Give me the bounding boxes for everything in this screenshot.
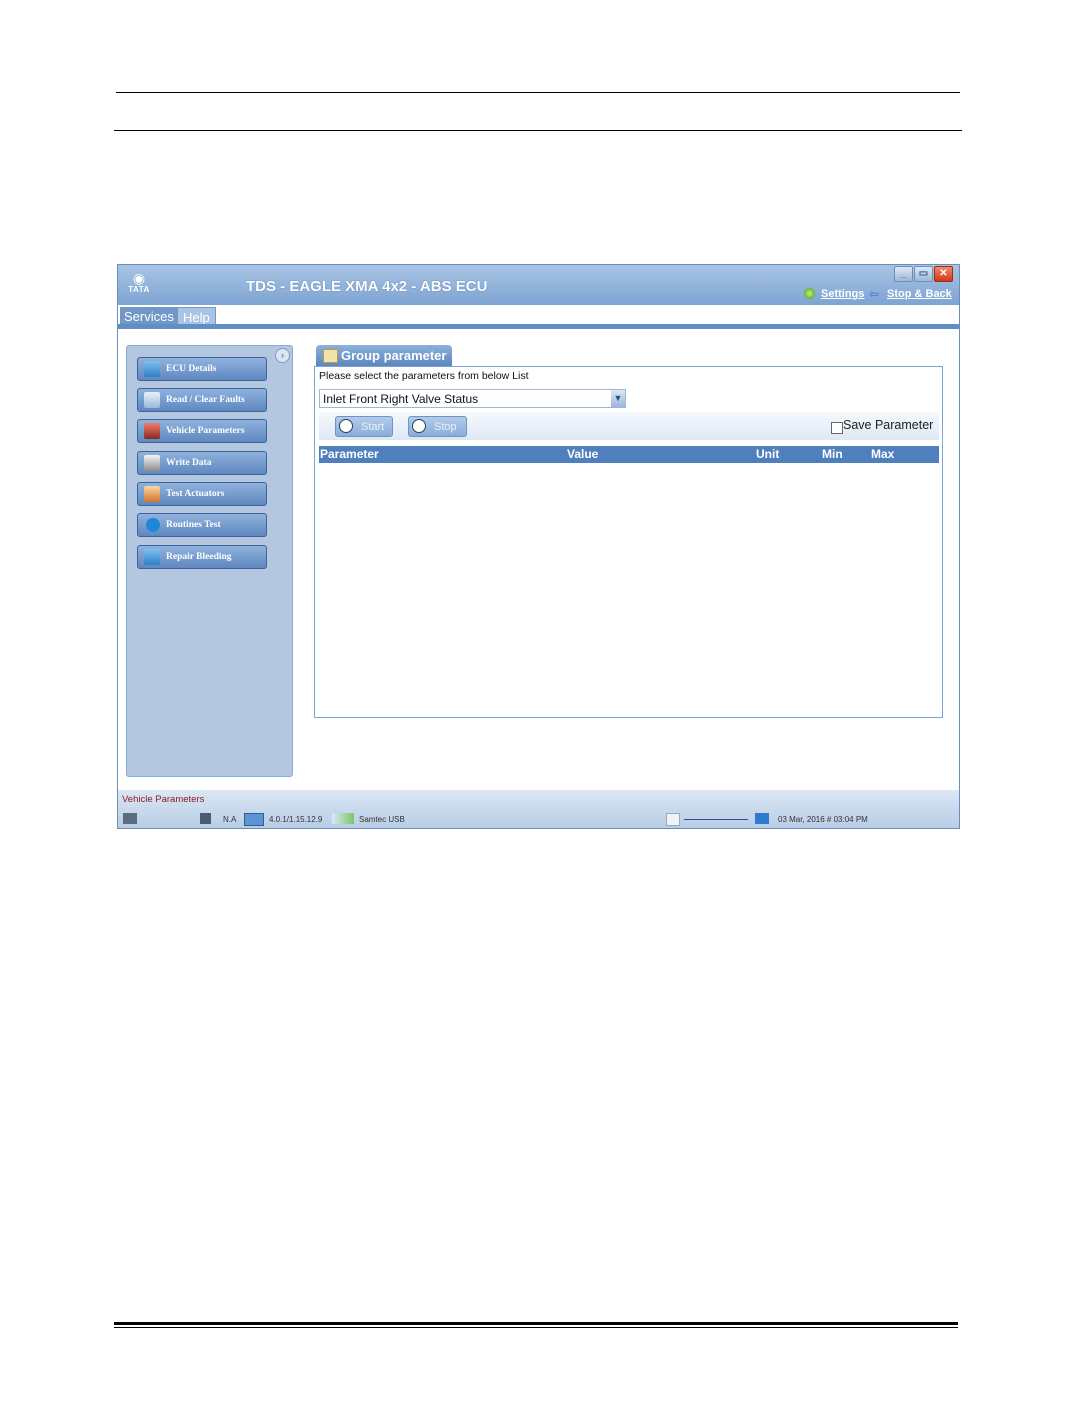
parameter-table-header: Parameter Value Unit Min Max bbox=[319, 446, 939, 463]
sidebar-item-routines-test[interactable]: Routines Test bbox=[137, 513, 267, 537]
connection-icon bbox=[332, 813, 354, 824]
sidebar-item-write-data[interactable]: Write Data bbox=[137, 451, 267, 475]
collapse-icon[interactable]: › bbox=[275, 348, 290, 363]
page-footer-rule-thin bbox=[114, 1327, 958, 1328]
tab-underline bbox=[118, 324, 959, 329]
status-info-row: N.A 4.0.1/1.15.12.9 Samtec USB 03 Mar, 2… bbox=[118, 810, 959, 828]
column-header-min: Min bbox=[822, 447, 843, 461]
tata-logo-icon: ◉ bbox=[132, 270, 146, 286]
save-parameter-checkbox[interactable] bbox=[831, 422, 843, 434]
column-header-max: Max bbox=[871, 447, 895, 461]
sidebar: › ECU Details Read / Clear Faults Vehicl… bbox=[126, 345, 293, 777]
sidebar-item-vehicle-parameters[interactable]: Vehicle Parameters bbox=[137, 419, 267, 443]
sidebar-item-label: Write Data bbox=[166, 458, 212, 468]
save-parameter-label[interactable]: Save Parameter bbox=[843, 418, 933, 432]
tata-logo: ◉ TATA bbox=[124, 271, 154, 299]
start-button[interactable]: Start bbox=[335, 416, 393, 437]
parameter-select-prompt: Please select the parameters from below … bbox=[319, 370, 529, 382]
page-header-rule bbox=[114, 130, 962, 131]
sidebar-item-label: Test Actuators bbox=[166, 489, 225, 499]
play-circle-icon bbox=[339, 419, 353, 433]
home-icon bbox=[123, 813, 137, 824]
chevron-down-icon[interactable]: ▼ bbox=[611, 390, 625, 407]
group-parameter-panel: Please select the parameters from below … bbox=[314, 366, 943, 718]
app-window: ◉ TATA TDS - EAGLE XMA 4x2 - ABS ECU _ ▭… bbox=[117, 264, 960, 829]
vehicle-icon bbox=[200, 813, 211, 824]
stop-circle-icon bbox=[412, 419, 426, 433]
logo-text: TATA bbox=[128, 285, 150, 294]
minimize-button[interactable]: _ bbox=[894, 266, 913, 282]
sidebar-item-read-clear-faults[interactable]: Read / Clear Faults bbox=[137, 388, 267, 412]
sidebar-item-label: Routines Test bbox=[166, 520, 221, 530]
sidebar-item-label: Repair Bleeding bbox=[166, 552, 232, 562]
folder-icon bbox=[755, 813, 769, 824]
tab-group-parameter[interactable]: Group parameter bbox=[316, 345, 452, 366]
status-interface: Samtec USB bbox=[359, 815, 405, 824]
parameter-toolbar: Start Stop Save Parameter bbox=[319, 412, 939, 440]
column-header-value: Value bbox=[567, 447, 599, 461]
sidebar-item-label: Read / Clear Faults bbox=[166, 395, 245, 405]
ecu-icon bbox=[144, 361, 160, 377]
group-parameter-icon bbox=[323, 349, 338, 363]
settings-link[interactable]: Settings bbox=[821, 288, 864, 300]
repair-icon bbox=[144, 549, 160, 565]
page-top-rule bbox=[116, 92, 960, 93]
column-header-unit: Unit bbox=[756, 447, 780, 461]
stop-label: Stop bbox=[434, 421, 457, 433]
write-icon bbox=[144, 455, 160, 471]
stethoscope-icon bbox=[144, 392, 160, 408]
title-bar: ◉ TATA TDS - EAGLE XMA 4x2 - ABS ECU _ ▭… bbox=[118, 265, 959, 305]
maximize-button[interactable]: ▭ bbox=[914, 266, 933, 282]
start-label: Start bbox=[361, 421, 385, 433]
parameter-dropdown[interactable]: Inlet Front Right Valve Status ▼ bbox=[319, 389, 626, 408]
column-header-parameter: Parameter bbox=[320, 447, 379, 461]
status-bar: Vehicle Parameters N.A 4.0.1/1.15.12.9 S… bbox=[118, 790, 959, 828]
connection-line bbox=[684, 819, 748, 820]
window-title: TDS - EAGLE XMA 4x2 - ABS ECU bbox=[246, 278, 488, 295]
sidebar-item-ecu-details[interactable]: ECU Details bbox=[137, 357, 267, 381]
sidebar-item-repair-bleeding[interactable]: Repair Bleeding bbox=[137, 545, 267, 569]
status-na: N.A bbox=[223, 815, 237, 824]
sidebar-item-label: ECU Details bbox=[166, 364, 217, 374]
device-icon bbox=[666, 813, 680, 826]
status-current-page: Vehicle Parameters bbox=[122, 794, 205, 805]
play-icon bbox=[146, 518, 160, 532]
page-footer-rule-thick bbox=[114, 1322, 958, 1325]
back-arrow-icon[interactable]: ⇦ bbox=[869, 287, 879, 301]
sidebar-item-label: Vehicle Parameters bbox=[166, 426, 245, 436]
settings-icon[interactable] bbox=[804, 288, 815, 299]
version-icon bbox=[244, 813, 264, 826]
close-button[interactable]: ✕ bbox=[934, 266, 953, 282]
status-datetime: 03 Mar, 2016 # 03:04 PM bbox=[778, 815, 868, 824]
parameter-dropdown-value: Inlet Front Right Valve Status bbox=[323, 392, 479, 406]
status-version: 4.0.1/1.15.12.9 bbox=[269, 815, 323, 824]
parameters-icon bbox=[144, 423, 160, 439]
actuator-icon bbox=[144, 486, 160, 502]
sidebar-item-test-actuators[interactable]: Test Actuators bbox=[137, 482, 267, 506]
group-parameter-tab-label: Group parameter bbox=[341, 348, 447, 363]
stop-button[interactable]: Stop bbox=[408, 416, 467, 437]
stop-and-back-link[interactable]: Stop & Back bbox=[887, 288, 952, 300]
